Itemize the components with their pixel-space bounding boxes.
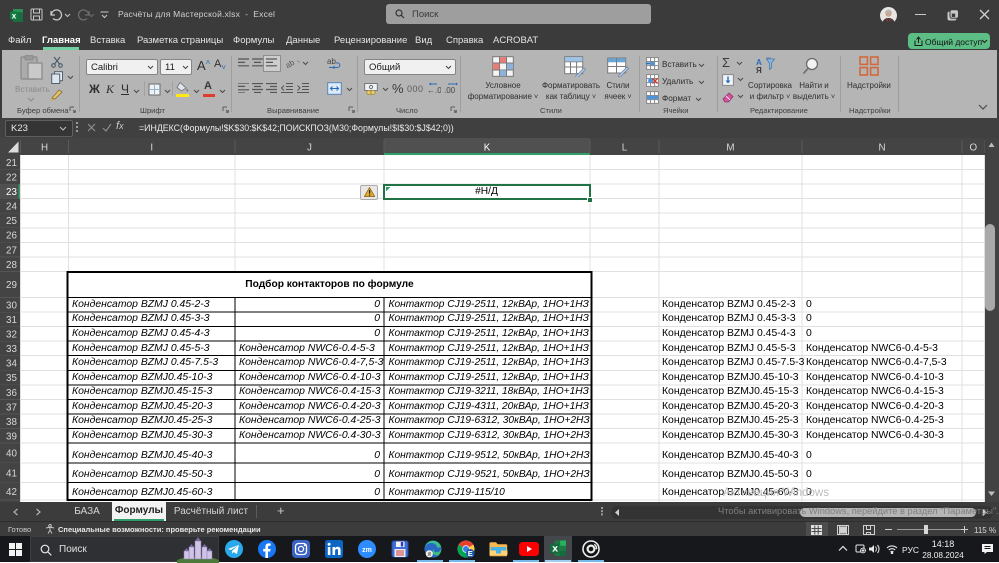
svg-text:H: H [41, 143, 48, 154]
svg-text:41: 41 [6, 468, 17, 479]
svg-text:N: N [878, 143, 885, 154]
svg-text:28: 28 [6, 260, 17, 271]
svg-text:35: 35 [6, 373, 17, 384]
svg-text:30: 30 [6, 301, 17, 312]
svg-text:36: 36 [6, 388, 17, 399]
svg-text:33: 33 [6, 344, 17, 355]
svg-text:ab: ab [286, 58, 297, 69]
svg-text:26: 26 [6, 231, 17, 242]
svg-text:39: 39 [6, 431, 17, 442]
svg-text:32: 32 [6, 330, 17, 341]
svg-text:E: E [468, 549, 473, 558]
svg-text:21: 21 [6, 158, 17, 169]
svg-text:22: 22 [6, 173, 17, 184]
svg-text:I: I [150, 143, 153, 154]
svg-text:←.0: ←.0 [427, 86, 441, 94]
svg-text:M: M [726, 143, 734, 154]
svg-text:37: 37 [6, 402, 17, 413]
svg-text:L: L [622, 143, 628, 154]
svg-text:31: 31 [6, 315, 17, 326]
svg-text:O: O [969, 143, 977, 154]
svg-text:29: 29 [6, 280, 17, 291]
svg-text:27: 27 [6, 245, 17, 256]
svg-text:23: 23 [6, 187, 17, 198]
svg-text:38: 38 [6, 417, 17, 428]
svg-text:ab: ab [327, 57, 336, 66]
svg-text:Я: Я [756, 66, 762, 74]
svg-text:J: J [307, 143, 312, 154]
svg-text:x: x [12, 11, 17, 20]
svg-text:42: 42 [6, 487, 17, 498]
svg-text:zm: zm [362, 547, 372, 554]
svg-text:40: 40 [6, 449, 17, 460]
svg-text:24: 24 [6, 202, 17, 213]
svg-text:.00: .00 [444, 86, 456, 94]
svg-text:25: 25 [6, 216, 17, 227]
svg-text:34: 34 [6, 359, 17, 370]
svg-text:K: K [484, 143, 491, 154]
